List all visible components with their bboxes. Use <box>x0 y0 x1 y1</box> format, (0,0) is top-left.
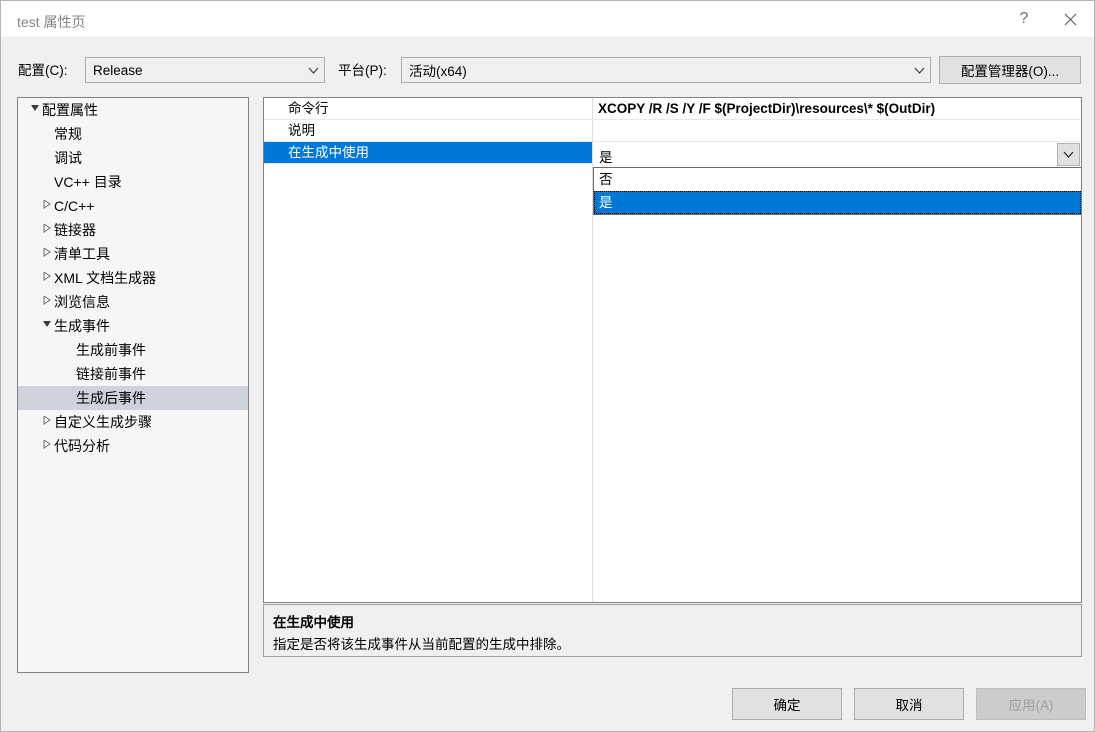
tree-item[interactable]: 代码分析 <box>18 434 248 458</box>
property-tree[interactable]: 配置属性常规调试 VC++ 目录 C/C++ 链接器清单工具 XML 文档生成器 浏览信息… <box>17 97 249 673</box>
chevron-down-icon <box>302 67 324 74</box>
chevron-down-icon <box>908 67 930 74</box>
configuration-value: Release <box>93 62 143 78</box>
chevron-down-icon[interactable] <box>1057 143 1080 166</box>
tree-item-label: 链接器 <box>54 222 96 238</box>
tree-item[interactable]: 生成前事件 <box>18 338 248 362</box>
tree-item-label: 生成后事件 <box>76 390 146 406</box>
dropdown-option[interactable]: 否 <box>594 168 1081 191</box>
tree-item[interactable]: VC++ 目录 <box>18 170 248 194</box>
property-row[interactable]: 说明 <box>264 120 1081 142</box>
close-icon[interactable] <box>1047 1 1093 37</box>
tree-item[interactable]: 调试 <box>18 146 248 170</box>
tree-item-label: 调试 <box>54 150 82 166</box>
tree-item[interactable]: 生成事件 <box>18 314 248 338</box>
property-pages-dialog: test 属性页 ? 配置(C): Release 平台(P): 活动(x64) <box>0 0 1095 732</box>
triangle-down-icon[interactable] <box>40 314 54 338</box>
configuration-manager-button[interactable]: 配置管理器(O)... <box>939 56 1081 84</box>
tree-item[interactable]: 链接器 <box>18 218 248 242</box>
platform-value: 活动(x64) <box>409 64 467 79</box>
tree-item[interactable]: 配置属性 <box>18 98 248 122</box>
tree-item-label: 代码分析 <box>54 438 110 454</box>
triangle-right-icon[interactable] <box>40 410 54 434</box>
triangle-right-icon[interactable] <box>40 290 54 314</box>
triangle-right-icon[interactable] <box>40 194 54 218</box>
ok-button[interactable]: 确定 <box>732 688 842 720</box>
tree-item-label: C/C++ <box>54 198 95 214</box>
triangle-down-icon[interactable] <box>28 98 42 122</box>
tree-item-label: 配置属性 <box>42 102 98 118</box>
tree-item-label: XML 文档生成器 <box>54 270 157 286</box>
use-in-build-value: 是 <box>599 150 613 165</box>
dropdown-option[interactable]: 是 <box>594 191 1081 214</box>
tree-item[interactable]: 常规 <box>18 122 248 146</box>
use-in-build-dropdown-list[interactable]: 否是 <box>593 167 1081 215</box>
triangle-right-icon[interactable] <box>40 218 54 242</box>
use-in-build-combobox[interactable]: 是 <box>593 142 1081 167</box>
configuration-label: 配置(C): <box>18 63 68 78</box>
tree-item[interactable]: 生成后事件 <box>18 386 248 410</box>
tree-item[interactable]: C/C++ <box>18 194 248 218</box>
window-title: test 属性页 <box>17 14 86 30</box>
description-text: 指定是否将该生成事件从当前配置的生成中排除。 <box>273 637 570 652</box>
property-grid[interactable]: 命令行 XCOPY /R /S /Y /F $(ProjectDir)\resou… <box>263 97 1082 603</box>
property-row[interactable]: 命令行 XCOPY /R /S /Y /F $(ProjectDir)\resou… <box>264 98 1081 120</box>
description-title: 在生成中使用 <box>273 615 354 630</box>
tree-item[interactable]: 清单工具 <box>18 242 248 266</box>
configuration-combobox[interactable]: Release <box>85 57 325 83</box>
tree-item[interactable]: XML 文档生成器 <box>18 266 248 290</box>
triangle-right-icon[interactable] <box>40 434 54 458</box>
configuration-bar: 配置(C): Release 平台(P): 活动(x64) 配置管理器(O)..… <box>1 38 1094 98</box>
tree-item-label: 常规 <box>54 126 82 142</box>
property-value[interactable]: XCOPY /R /S /Y /F $(ProjectDir)\resource… <box>598 98 935 120</box>
property-name: 在生成中使用 <box>288 145 369 160</box>
tree-item-label: 浏览信息 <box>54 294 110 310</box>
platform-label: 平台(P): <box>338 63 387 78</box>
tree-item[interactable]: 链接前事件 <box>18 362 248 386</box>
property-name: 说明 <box>288 123 315 138</box>
apply-button[interactable]: 应用(A) <box>976 688 1086 720</box>
cancel-button[interactable]: 取消 <box>854 688 964 720</box>
title-bar: test 属性页 ? <box>1 1 1094 38</box>
tree-item-label: 自定义生成步骤 <box>54 414 152 430</box>
tree-item-label: 链接前事件 <box>76 366 146 382</box>
question-mark-icon[interactable]: ? <box>1001 1 1047 37</box>
tree-item-label: 清单工具 <box>54 246 110 262</box>
property-name: 命令行 <box>288 101 329 116</box>
description-panel: 在生成中使用 指定是否将该生成事件从当前配置的生成中排除。 <box>263 604 1082 657</box>
platform-combobox[interactable]: 活动(x64) <box>401 57 931 83</box>
tree-item-label: VC++ 目录 <box>54 174 122 190</box>
triangle-right-icon[interactable] <box>40 266 54 290</box>
tree-item-label: 生成前事件 <box>76 342 146 358</box>
triangle-right-icon[interactable] <box>40 242 54 266</box>
tree-item[interactable]: 自定义生成步骤 <box>18 410 248 434</box>
tree-item[interactable]: 浏览信息 <box>18 290 248 314</box>
tree-item-label: 生成事件 <box>54 318 110 334</box>
